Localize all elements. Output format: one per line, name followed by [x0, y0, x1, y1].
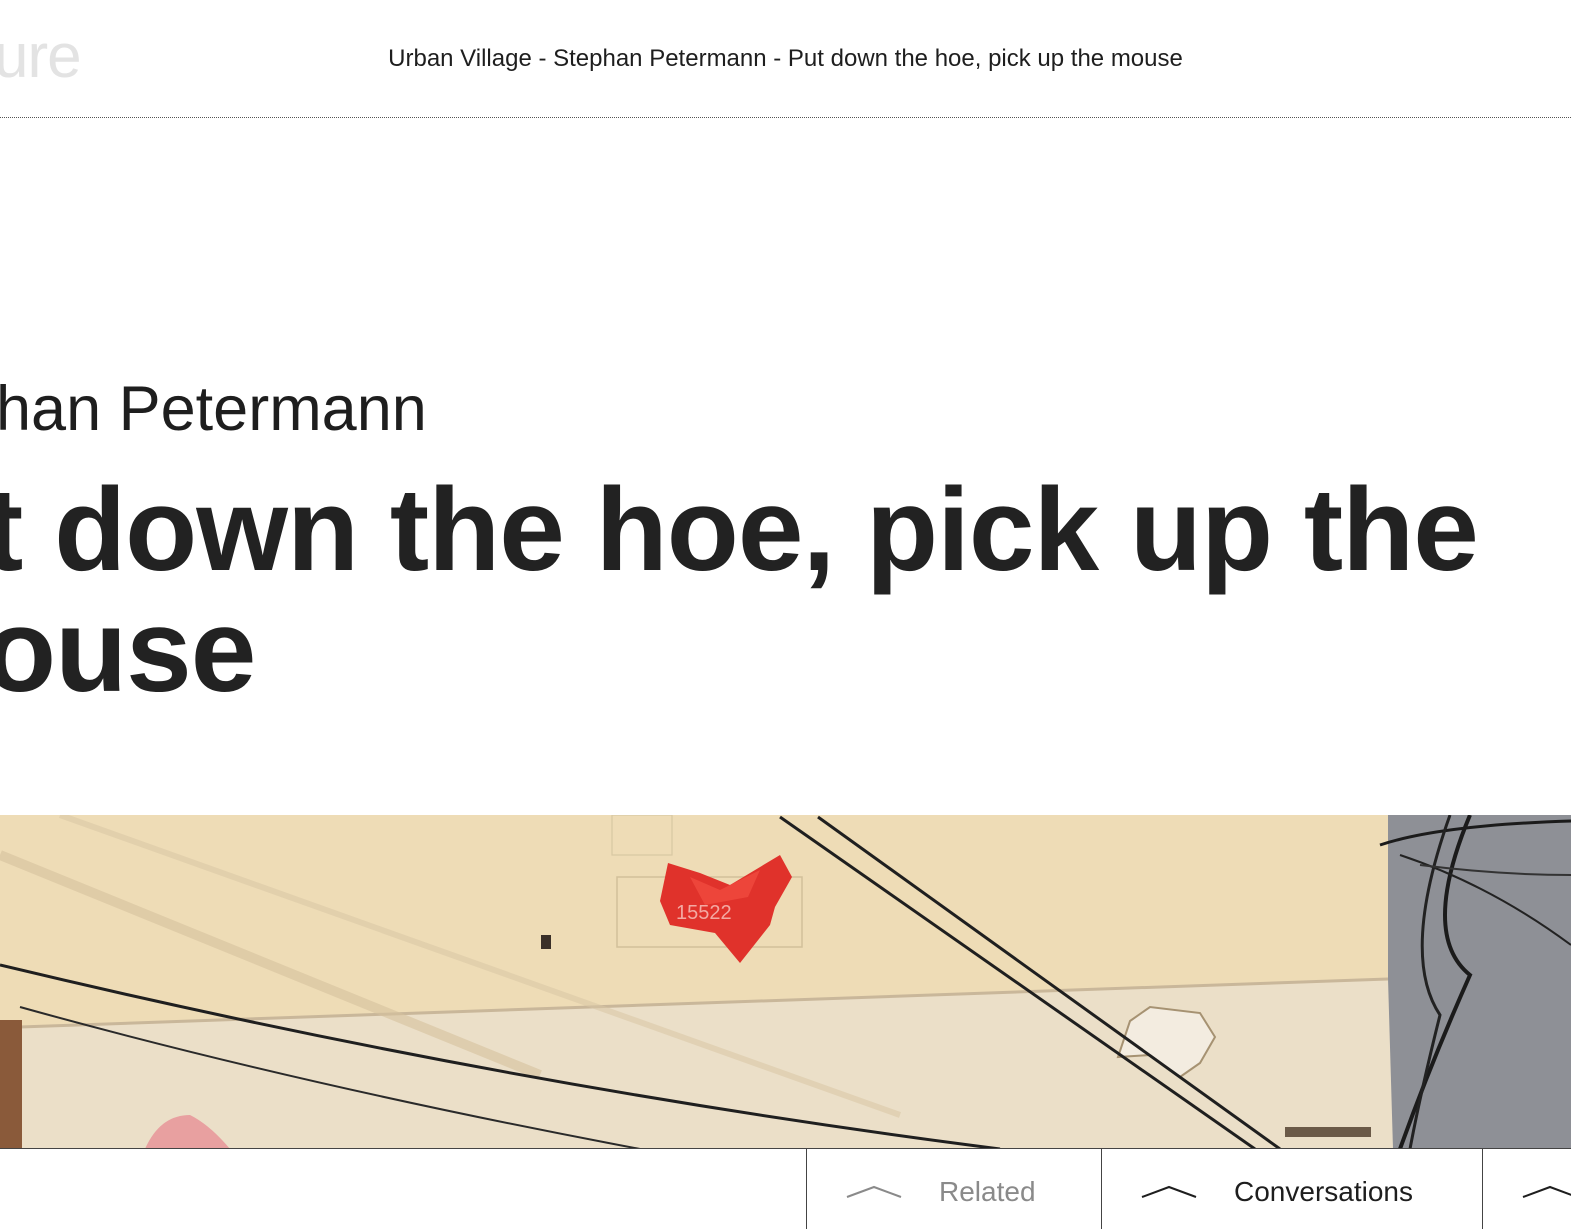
- header-divider: [0, 117, 1571, 118]
- page: ure Urban Village - Stephan Petermann - …: [0, 0, 1571, 1229]
- ledge: [1285, 1127, 1371, 1137]
- red-bag-text: 15522: [676, 902, 732, 924]
- chevron-up-icon: [1141, 1185, 1197, 1198]
- wall-hole: [541, 935, 551, 949]
- author-name[interactable]: han Petermann: [0, 374, 427, 444]
- chevron-up-icon: [846, 1185, 902, 1198]
- article-headline: t down the hoe, pick up the ouse: [0, 470, 1544, 712]
- hero-photo: 15522: [0, 815, 1571, 1149]
- headline-line-2: ouse: [0, 585, 256, 717]
- bottom-tab-bar: Related Conversations: [0, 1148, 1571, 1229]
- headline-line-1: t down the hoe, pick up the: [0, 464, 1479, 596]
- tab-more[interactable]: [1482, 1149, 1571, 1229]
- brick-column: [0, 1020, 22, 1149]
- page-title: Urban Village - Stephan Petermann - Put …: [388, 45, 1183, 72]
- hero-photo-illustration: 15522: [0, 815, 1571, 1149]
- sky-area: [1380, 815, 1571, 1149]
- tab-related-label: Related: [939, 1176, 1036, 1207]
- site-header: ure Urban Village - Stephan Petermann - …: [0, 0, 1571, 118]
- chevron-up-icon: [1522, 1185, 1571, 1198]
- tab-conversations[interactable]: Conversations: [1101, 1149, 1483, 1229]
- tab-conversations-label: Conversations: [1234, 1176, 1413, 1207]
- tab-related[interactable]: Related: [806, 1149, 1102, 1229]
